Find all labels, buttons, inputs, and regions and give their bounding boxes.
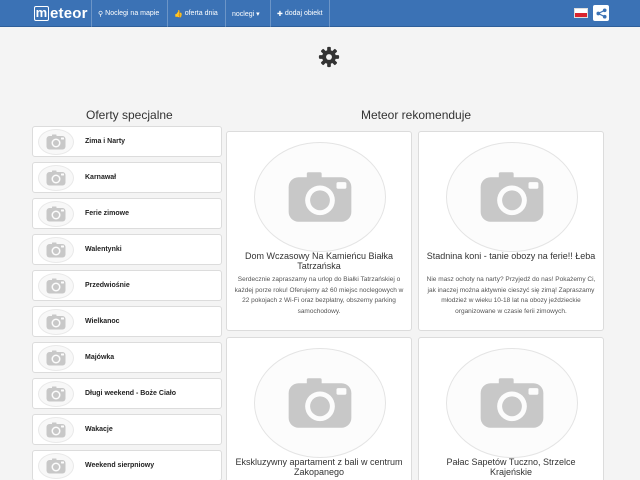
offer-label: Walentynki	[85, 246, 122, 253]
special-offer-item[interactable]: Walentynki	[32, 234, 222, 265]
special-offer-item[interactable]: Karnawał	[32, 162, 222, 193]
map-marker-icon: ⚲	[98, 10, 104, 18]
offer-label: Weekend sierpniowy	[85, 462, 155, 469]
logo-text: eteor	[50, 5, 88, 22]
nav-dodaj-obiekt[interactable]: ✚ dodaj obiekt	[270, 0, 330, 27]
card-description: Serdecznie zapraszamy na urlop do Białki…	[234, 276, 404, 315]
thumbs-up-icon: 👍	[174, 10, 183, 18]
meteor-logo[interactable]: m eteor	[34, 4, 88, 23]
polish-flag-icon[interactable]	[574, 8, 588, 18]
nav-oferta-dnia[interactable]: 👍 oferta dnia	[167, 0, 224, 27]
camera-icon	[46, 458, 66, 473]
offer-label: Zima i Narty	[85, 138, 126, 145]
recommended-card[interactable]: Stadnina koni - tanie obozy na ferie!! Ł…	[418, 131, 604, 331]
nav-label: dodaj obiekt	[284, 10, 323, 17]
card-title[interactable]: Stadnina koni - tanie obozy na ferie!! Ł…	[425, 251, 597, 261]
camera-icon	[46, 350, 66, 365]
camera-icon	[288, 172, 352, 222]
share-button[interactable]	[593, 5, 609, 21]
camera-icon	[46, 206, 66, 221]
offer-label: Karnawał	[85, 174, 117, 181]
special-offer-item[interactable]: Przedwiośnie	[32, 270, 222, 301]
camera-icon	[46, 134, 66, 149]
plus-icon: ✚	[277, 10, 283, 18]
offer-thumbnail	[38, 344, 74, 371]
card-description: Nie masz ochoty na narty? Przyjedź do na…	[426, 276, 596, 315]
offer-thumbnail	[38, 128, 74, 155]
offer-thumbnail	[38, 380, 74, 407]
nav-label: oferta dnia	[184, 10, 218, 17]
gear-icon[interactable]	[318, 46, 340, 68]
offer-thumbnail	[38, 416, 74, 443]
special-offer-item[interactable]: Weekend sierpniowy	[32, 450, 222, 480]
card-title[interactable]: Pałac Sapetów Tuczno, Strzelce Krajeński…	[425, 457, 597, 477]
special-offers-title: Oferty specjalne	[86, 108, 173, 122]
offer-label: Majówka	[85, 354, 115, 361]
camera-icon	[288, 378, 352, 428]
camera-icon	[46, 314, 66, 329]
special-offer-item[interactable]: Zima i Narty	[32, 126, 222, 157]
share-icon	[595, 7, 607, 19]
nav-noclegi-dropdown[interactable]: noclegi ▾	[225, 0, 266, 27]
camera-icon	[46, 278, 66, 293]
camera-icon	[46, 386, 66, 401]
logo-m-mark: m	[34, 5, 49, 21]
special-offer-item[interactable]: Wielkanoc	[32, 306, 222, 337]
offer-thumbnail	[38, 164, 74, 191]
special-offer-item[interactable]: Długi weekend - Boże Ciało	[32, 378, 222, 409]
recommended-card[interactable]: Ekskluzywny apartament z bali w centrum …	[226, 337, 412, 480]
offer-label: Wielkanoc	[85, 318, 120, 325]
offer-thumbnail	[38, 236, 74, 263]
offer-label: Długi weekend - Boże Ciało	[85, 390, 177, 397]
special-offer-item[interactable]: Ferie zimowe	[32, 198, 222, 229]
card-title[interactable]: Dom Wczasowy Na Kamieńcu Białka Tatrzańs…	[233, 251, 405, 271]
offer-thumbnail	[38, 272, 74, 299]
recommended-card[interactable]: Dom Wczasowy Na Kamieńcu Białka Tatrzańs…	[226, 131, 412, 331]
offer-label: Ferie zimowe	[85, 210, 129, 217]
offer-thumbnail	[38, 200, 74, 227]
camera-icon	[480, 172, 544, 222]
top-navbar: m eteor ⚲ Noclegi na mapie 👍 oferta dnia …	[0, 0, 640, 27]
camera-icon	[46, 242, 66, 257]
special-offer-item[interactable]: Wakacje	[32, 414, 222, 445]
card-thumbnail	[446, 348, 578, 458]
offer-thumbnail	[38, 308, 74, 335]
camera-icon	[46, 170, 66, 185]
nav-noclegi-na-mapie[interactable]: ⚲ Noclegi na mapie	[91, 0, 165, 27]
card-thumbnail	[254, 348, 386, 458]
card-title[interactable]: Ekskluzywny apartament z bali w centrum …	[233, 457, 405, 477]
offer-label: Wakacje	[85, 426, 113, 433]
offer-label: Przedwiośnie	[85, 282, 130, 289]
nav-label: Noclegi na mapie	[105, 10, 160, 17]
recommends-title: Meteor rekomenduje	[361, 108, 472, 122]
nav-label: noclegi ▾	[232, 10, 260, 18]
card-thumbnail	[254, 142, 386, 252]
card-thumbnail	[446, 142, 578, 252]
offer-thumbnail	[38, 452, 74, 479]
camera-icon	[480, 378, 544, 428]
special-offer-item[interactable]: Majówka	[32, 342, 222, 373]
camera-icon	[46, 422, 66, 437]
recommended-card[interactable]: Pałac Sapetów Tuczno, Strzelce Krajeński…	[418, 337, 604, 480]
